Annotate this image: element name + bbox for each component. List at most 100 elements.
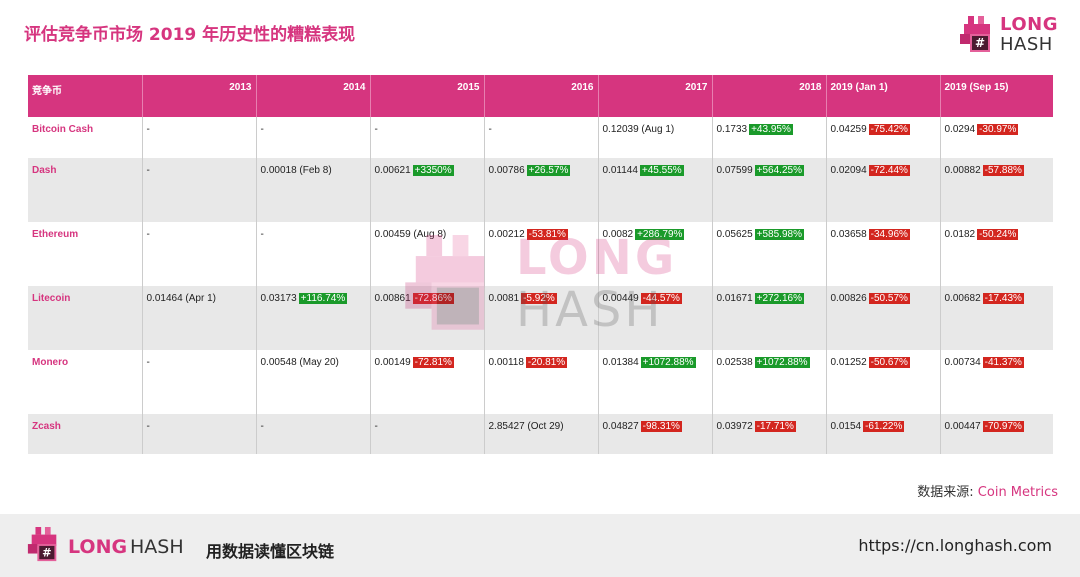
table-cell: 0.00621 +3350% bbox=[369, 158, 484, 222]
footer-url-link[interactable]: https://cn.longhash.com bbox=[858, 536, 1052, 555]
change-badge-negative: -5.92% bbox=[521, 293, 557, 304]
cell-value: 0.00861 bbox=[374, 293, 411, 304]
header-cell: 2018 bbox=[711, 75, 826, 117]
source-label: 数据来源: bbox=[917, 485, 978, 500]
header-cell: 2013 bbox=[141, 75, 256, 117]
cell-value: 0.02538 bbox=[716, 357, 753, 368]
cell-value: 0.12039 (Aug 1) bbox=[602, 124, 675, 135]
change-badge-positive: +286.79% bbox=[635, 229, 685, 240]
cell-value: - bbox=[260, 229, 264, 240]
table-cell: 0.00118 -20.81% bbox=[483, 350, 598, 414]
change-badge-positive: +116.74% bbox=[298, 293, 348, 304]
table-cell: 0.01252 -50.67% bbox=[825, 350, 940, 414]
cell-value: 0.01144 bbox=[602, 165, 638, 176]
table-cell: 0.00449 -44.57% bbox=[597, 286, 712, 350]
data-source: 数据来源: Coin Metrics bbox=[917, 481, 1058, 500]
source-name: Coin Metrics bbox=[977, 485, 1058, 500]
table-cell: 0.03173 +116.74% bbox=[255, 286, 370, 350]
cell-value: 0.0294 bbox=[944, 124, 976, 135]
table-cell: 0.0182 -50.24% bbox=[939, 222, 1053, 286]
change-badge-negative: -20.81% bbox=[525, 357, 568, 368]
cell-value: - bbox=[260, 124, 264, 135]
table-cell: 0.00682 -17.43% bbox=[939, 286, 1053, 350]
table-cell: - bbox=[255, 117, 370, 158]
cell-value: - bbox=[146, 165, 150, 176]
header-cell: 2015 bbox=[369, 75, 484, 117]
change-badge-negative: -70.97% bbox=[982, 421, 1024, 432]
cell-value: 0.03173 bbox=[260, 293, 297, 304]
longhash-mascot-icon: # bbox=[27, 527, 57, 562]
cell-value: - bbox=[146, 229, 150, 240]
cell-value: 0.0082 bbox=[602, 229, 634, 240]
table-cell: 0.1733 +43.95% bbox=[711, 117, 826, 158]
table-cell: 0.00882 -57.88% bbox=[939, 158, 1053, 222]
change-badge-negative: -50.24% bbox=[977, 229, 1019, 240]
coin-name: Zcash bbox=[28, 414, 142, 454]
footer-slogan: 用数据读懂区块链 bbox=[206, 542, 335, 561]
cell-value: 0.00621 bbox=[374, 165, 411, 176]
cell-value: 0.01384 bbox=[602, 357, 639, 368]
change-badge-negative: -57.88% bbox=[982, 165, 1024, 176]
cell-value: - bbox=[146, 357, 150, 368]
change-badge-negative: -41.37% bbox=[982, 357, 1024, 368]
table-cell: 0.05625 +585.98% bbox=[711, 222, 826, 286]
altcoin-performance-table: 竞争币 2013 2014 2015 2016 2017 2018 2019 (… bbox=[28, 75, 1053, 454]
change-badge-negative: -72.86% bbox=[412, 293, 454, 304]
footer-brand-long: LONG bbox=[68, 536, 128, 558]
table-cell: 0.02538 +1072.88% bbox=[711, 350, 826, 414]
page-title: 评估竞争币市场 2019 年历史性的糟糕表现 bbox=[24, 25, 356, 45]
cell-value: 0.00118 bbox=[488, 357, 524, 368]
change-badge-negative: -72.81% bbox=[412, 357, 454, 368]
cell-value: 0.02094 bbox=[830, 165, 867, 176]
change-badge-negative: -50.67% bbox=[868, 357, 910, 368]
table-cell: - bbox=[369, 414, 484, 454]
change-badge-positive: +3350% bbox=[412, 165, 454, 176]
longhash-mascot-icon: # bbox=[960, 16, 990, 52]
cell-value: 0.04827 bbox=[602, 421, 639, 432]
cell-value: 0.00826 bbox=[830, 293, 867, 304]
cell-value: 0.05625 bbox=[716, 229, 753, 240]
table-cell: - bbox=[369, 117, 484, 158]
cell-value: 0.0182 bbox=[944, 229, 976, 240]
table-cell: 0.00018 (Feb 8) bbox=[255, 158, 370, 222]
header-cell: 2014 bbox=[255, 75, 370, 117]
change-badge-positive: +43.95% bbox=[749, 124, 793, 135]
table-cell: 0.01384 +1072.88% bbox=[597, 350, 712, 414]
table-cell: 0.0294 -30.97% bbox=[939, 117, 1053, 158]
svg-text:#: # bbox=[42, 545, 52, 559]
cell-value: 0.00018 (Feb 8) bbox=[260, 165, 332, 176]
table-cell: 0.0081 -5.92% bbox=[483, 286, 598, 350]
header-cell: 2019 (Jan 1) bbox=[825, 75, 940, 117]
cell-value: 0.03972 bbox=[716, 421, 753, 432]
footer-bar: # LONG HASH 用数据读懂区块链 https://cn.longhash… bbox=[0, 514, 1080, 577]
change-badge-negative: -53.81% bbox=[526, 229, 568, 240]
change-badge-negative: -50.57% bbox=[868, 293, 910, 304]
table-cell: - bbox=[255, 222, 370, 286]
table-row: Litecoin 0.01464 (Apr 1) 0.03173 +116.74% 0.… bbox=[28, 286, 1053, 350]
coin-name: Bitcoin Cash bbox=[28, 117, 142, 158]
logo-text-long: LONG bbox=[1000, 14, 1058, 35]
cell-value: - bbox=[260, 421, 264, 432]
svg-text:#: # bbox=[975, 36, 985, 50]
cell-value: 0.07599 bbox=[716, 165, 753, 176]
table-cell: 0.02094 -72.44% bbox=[825, 158, 940, 222]
table-cell: 0.03658 -34.96% bbox=[825, 222, 940, 286]
cell-value: - bbox=[374, 124, 378, 135]
table-row: Dash -0.00018 (Feb 8) 0.00621 +3350% 0.00786… bbox=[28, 158, 1053, 222]
cell-value: 0.1733 bbox=[716, 124, 748, 135]
cell-value: 0.00459 (Aug 8) bbox=[374, 229, 447, 240]
change-badge-negative: -17.43% bbox=[982, 293, 1024, 304]
table-cell: - bbox=[141, 117, 256, 158]
table-cell: 0.00212 -53.81% bbox=[483, 222, 598, 286]
change-badge-negative: -61.22% bbox=[863, 421, 905, 432]
table-cell: - bbox=[255, 414, 370, 454]
table-cell: 0.01464 (Apr 1) bbox=[141, 286, 256, 350]
cell-value: 0.01252 bbox=[830, 357, 867, 368]
table-cell: - bbox=[141, 158, 256, 222]
change-badge-negative: -30.97% bbox=[977, 124, 1019, 135]
cell-value: - bbox=[488, 124, 492, 135]
table-cell: 0.00861 -72.86% bbox=[369, 286, 484, 350]
cell-value: 0.00734 bbox=[944, 357, 981, 368]
change-badge-positive: +45.55% bbox=[639, 165, 684, 176]
change-badge-positive: +564.25% bbox=[754, 165, 804, 176]
